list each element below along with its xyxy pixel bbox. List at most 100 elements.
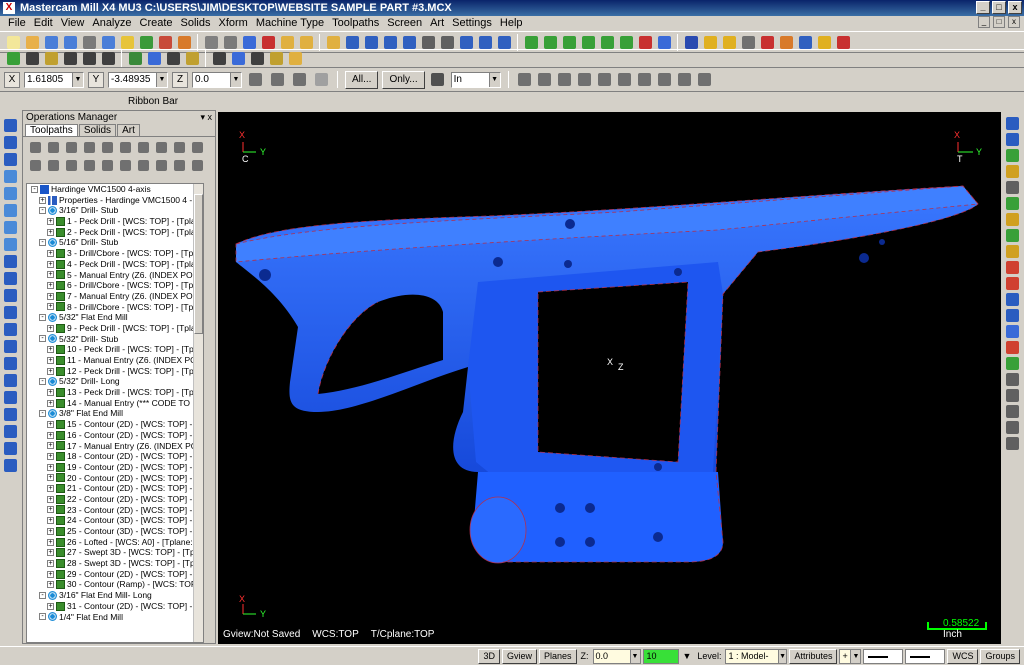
tree-row[interactable]: +13 - Peck Drill - [WCS: TOP] - [Tplane xyxy=(27,387,203,398)
toolpath-tool-icon[interactable] xyxy=(3,118,18,132)
geometry-tool-icon[interactable] xyxy=(99,50,117,68)
tree-row[interactable]: +30 - Contour (Ramp) - [WCS: TOP] - [ xyxy=(27,579,203,590)
operation-tool-icon[interactable] xyxy=(171,140,187,155)
create-tool-icon[interactable] xyxy=(1005,212,1020,226)
toolpath-tool-icon[interactable] xyxy=(3,305,18,319)
create-tool-icon[interactable] xyxy=(1005,180,1020,194)
scroll-thumb[interactable] xyxy=(194,194,203,334)
toolpath-tool-icon[interactable] xyxy=(3,424,18,438)
tree-row[interactable]: - 5/32" Flat End Mill xyxy=(27,312,203,323)
operation-tool-icon[interactable] xyxy=(153,140,169,155)
tree-row[interactable]: +18 - Contour (2D) - [WCS: TOP] - [Tp xyxy=(27,451,203,462)
wcs-button[interactable]: WCS xyxy=(947,648,979,664)
tree-row[interactable]: +6 - Drill/Cbore - [WCS: TOP] - [Tplane xyxy=(27,280,203,291)
minimize-button[interactable]: _ xyxy=(976,1,990,14)
geometry-tool-icon[interactable] xyxy=(23,50,41,68)
3d-button[interactable]: 3D xyxy=(478,648,500,664)
toolpath-tool-icon[interactable] xyxy=(3,322,18,336)
tree-row[interactable]: +9 - Peck Drill - [WCS: TOP] - [Tplane: xyxy=(27,323,203,334)
expand-icon[interactable]: + xyxy=(47,527,54,535)
toolpath-tool-icon[interactable] xyxy=(3,458,18,472)
geometry-tool-icon[interactable] xyxy=(80,50,98,68)
toolpath-tool-icon[interactable] xyxy=(3,271,18,285)
groups-button[interactable]: Groups xyxy=(980,648,1020,664)
tree-row[interactable]: +31 - Contour (2D) - [WCS: TOP] - [Tp xyxy=(27,601,203,612)
operation-tool-icon[interactable] xyxy=(63,158,79,173)
expand-icon[interactable]: + xyxy=(47,463,54,471)
expand-icon[interactable]: + xyxy=(47,420,54,428)
tree-row[interactable]: - 1/4" Flat End Mill xyxy=(27,612,203,623)
tree-row[interactable]: +12 - Peck Drill - [WCS: TOP] - [Tplane xyxy=(27,366,203,377)
geometry-tool-icon[interactable] xyxy=(164,50,182,68)
selection-shape-icon[interactable] xyxy=(656,71,674,89)
expand-icon[interactable]: + xyxy=(47,346,54,354)
create-tool-icon[interactable] xyxy=(1005,116,1020,130)
expand-icon[interactable]: + xyxy=(47,602,54,610)
selection-shape-icon[interactable] xyxy=(556,71,574,89)
tree-row[interactable]: +5 - Manual Entry (Z6. (INDEX POSITIO xyxy=(27,270,203,281)
tree-row[interactable]: + Properties - Hardinge VMC1500 4 - Axis … xyxy=(27,195,203,206)
expand-icon[interactable]: + xyxy=(47,538,54,546)
tree-row[interactable]: +1 - Peck Drill - [WCS: TOP] - [Tplane: xyxy=(27,216,203,227)
tree-row[interactable]: +20 - Contour (2D) - [WCS: TOP] - [Tp xyxy=(27,473,203,484)
toolpath-tool-icon[interactable] xyxy=(3,152,18,166)
tree-row[interactable]: +7 - Manual Entry (Z6. (INDEX POSITI xyxy=(27,291,203,302)
toolpath-tool-icon[interactable] xyxy=(3,407,18,421)
selection-shape-icon[interactable] xyxy=(636,71,654,89)
toolpath-tool-icon[interactable] xyxy=(3,169,18,183)
expand-icon[interactable]: + xyxy=(47,517,54,525)
menu-toolpaths[interactable]: Toolpaths xyxy=(328,16,383,30)
tree-row[interactable]: +14 - Manual Entry (*** CODE TO BE N xyxy=(27,398,203,409)
tree-row[interactable]: +2 - Peck Drill - [WCS: TOP] - [Tplane: xyxy=(27,227,203,238)
select-all-button[interactable]: All... xyxy=(345,70,379,89)
pin-icon[interactable]: ▾ xyxy=(200,112,205,122)
operation-tool-icon[interactable] xyxy=(27,140,43,155)
create-tool-icon[interactable] xyxy=(1005,356,1020,370)
collapse-icon[interactable]: - xyxy=(39,410,46,418)
snap-icon[interactable] xyxy=(290,71,308,89)
y-coordinate-field[interactable]: -3.48935 ▼ xyxy=(108,71,168,88)
point-style-select[interactable]: + ▼ xyxy=(839,648,862,664)
auto-cursor-icon[interactable] xyxy=(268,71,286,89)
operation-tool-icon[interactable] xyxy=(99,140,115,155)
create-tool-icon[interactable] xyxy=(1005,260,1020,274)
create-tool-icon[interactable] xyxy=(1005,340,1020,354)
z-depth-field[interactable]: 0.0 ▼ xyxy=(592,648,641,664)
select-only-button[interactable]: Only... xyxy=(382,70,425,89)
operation-tool-icon[interactable] xyxy=(135,158,151,173)
tree-row[interactable]: - 5/32" Drill- Stub xyxy=(27,334,203,345)
tree-row[interactable]: +19 - Contour (2D) - [WCS: TOP] - [Tp xyxy=(27,462,203,473)
expand-icon[interactable]: + xyxy=(47,228,54,236)
geometry-tool-icon[interactable] xyxy=(210,50,228,68)
menu-settings[interactable]: Settings xyxy=(448,16,496,30)
planes-button[interactable]: Planes xyxy=(538,648,577,664)
mdi-restore-button[interactable]: □ xyxy=(993,16,1005,28)
toolpath-tool-icon[interactable] xyxy=(3,373,18,387)
collapse-icon[interactable]: - xyxy=(39,591,46,599)
level-field[interactable]: 1 : Model- Win ▼ xyxy=(725,648,788,665)
expand-icon[interactable]: + xyxy=(47,506,54,514)
maximize-button[interactable]: □ xyxy=(992,1,1006,14)
toolpath-tool-icon[interactable] xyxy=(3,237,18,251)
operation-tool-icon[interactable] xyxy=(171,158,187,173)
color-field[interactable]: 10 xyxy=(642,648,679,664)
create-tool-icon[interactable] xyxy=(1005,404,1020,418)
expand-icon[interactable]: + xyxy=(47,485,54,493)
graphics-viewport[interactable]: X Y C X Y T X Z X Y Gview:Not Saved WCS:… xyxy=(218,112,1001,644)
menu-art[interactable]: Art xyxy=(426,16,448,30)
selection-mode-select[interactable]: In ▼ xyxy=(450,71,501,88)
create-tool-icon[interactable] xyxy=(1005,196,1020,210)
expand-icon[interactable]: + xyxy=(47,356,54,364)
geometry-tool-icon[interactable] xyxy=(4,50,22,68)
expand-icon[interactable]: + xyxy=(47,367,54,375)
selection-shape-icon[interactable] xyxy=(676,71,694,89)
expand-icon[interactable]: + xyxy=(47,581,54,589)
tree-row[interactable]: +17 - Manual Entry (Z6. (INDEX POSITI xyxy=(27,441,203,452)
x-coordinate-field[interactable]: 1.61805 ▼ xyxy=(24,71,84,88)
panel-close-icon[interactable]: x xyxy=(208,112,213,122)
expand-icon[interactable]: + xyxy=(47,559,54,567)
operation-tool-icon[interactable] xyxy=(117,158,133,173)
close-button[interactable]: x xyxy=(1008,1,1022,14)
create-tool-icon[interactable] xyxy=(1005,372,1020,386)
collapse-icon[interactable]: - xyxy=(31,185,38,193)
